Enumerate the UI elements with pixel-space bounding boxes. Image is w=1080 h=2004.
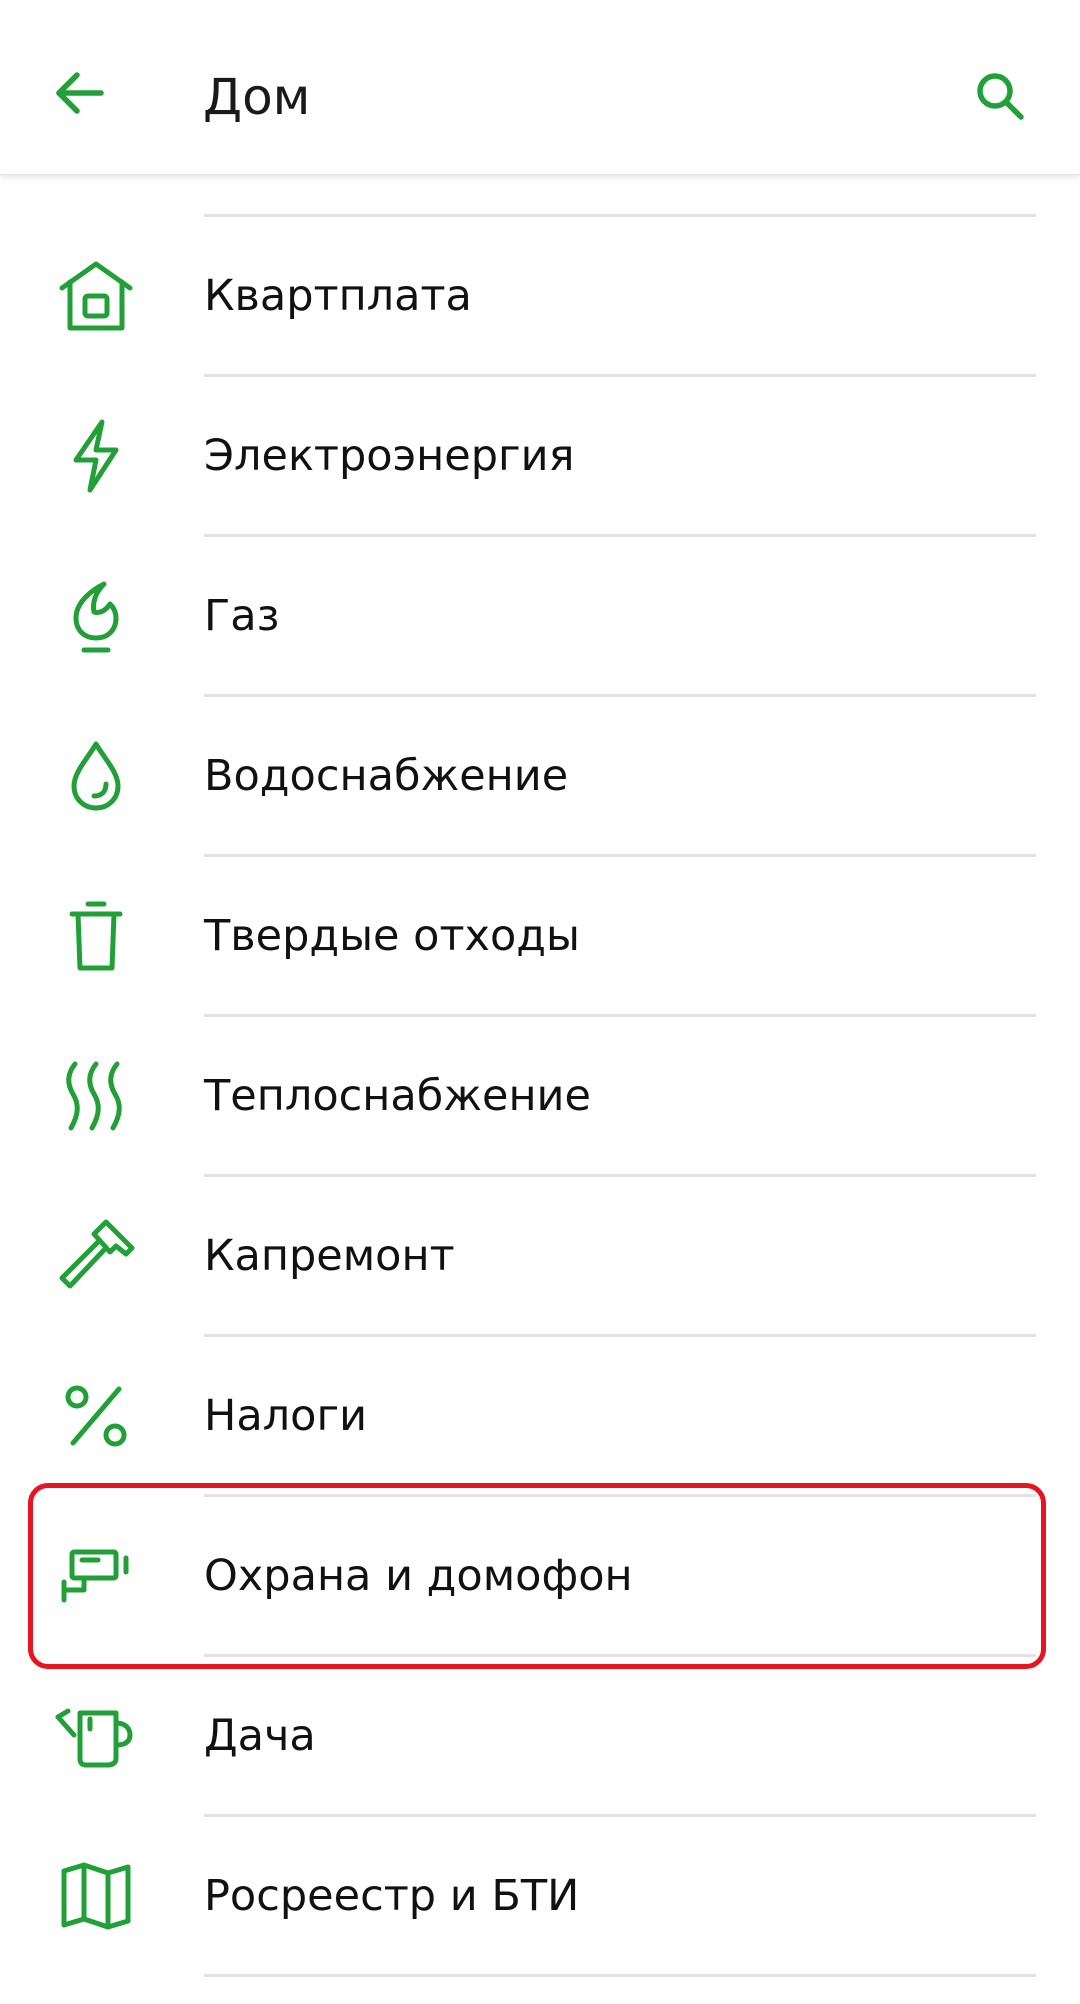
list-item-electricity[interactable]: Электроэнергия <box>0 376 1080 536</box>
page-title: Дом <box>203 68 311 126</box>
services-list: Квартплата Электроэнергия Газ Водоснабже… <box>0 0 1080 2004</box>
map-icon <box>50 1858 142 1934</box>
list-item-water[interactable]: Водоснабжение <box>0 696 1080 856</box>
lightning-icon <box>50 418 142 494</box>
search-icon <box>974 70 1026 122</box>
hammer-icon <box>50 1218 142 1294</box>
item-label: Электроэнергия <box>204 431 575 481</box>
item-label: Дача <box>204 1711 316 1761</box>
app-bar: Дом <box>0 0 1080 175</box>
heat-waves-icon <box>50 1058 142 1134</box>
divider <box>204 1974 1036 1977</box>
watering-can-icon <box>50 1698 142 1774</box>
list-item-heating[interactable]: Теплоснабжение <box>0 1016 1080 1176</box>
trash-can-icon <box>50 898 142 974</box>
item-label: Газ <box>204 591 280 641</box>
item-label: Квартплата <box>204 271 472 321</box>
house-icon <box>50 258 142 334</box>
back-button[interactable] <box>44 58 114 128</box>
item-label: Охрана и домофон <box>204 1551 633 1601</box>
gas-flame-icon <box>50 578 142 654</box>
list-item-capital-repair[interactable]: Капремонт <box>0 1176 1080 1336</box>
percent-icon <box>50 1378 142 1454</box>
list-item-rosreestr-bti[interactable]: Росреестр и БТИ <box>0 1816 1080 1976</box>
item-label: Теплоснабжение <box>204 1071 591 1121</box>
arrow-left-icon <box>53 70 105 116</box>
item-label: Росреестр и БТИ <box>204 1871 580 1921</box>
list-item-security-intercom[interactable]: Охрана и домофон <box>0 1496 1080 1656</box>
search-button[interactable] <box>962 58 1038 134</box>
list-item-gas[interactable]: Газ <box>0 536 1080 696</box>
item-label: Водоснабжение <box>204 751 569 801</box>
list-item-taxes[interactable]: Налоги <box>0 1336 1080 1496</box>
item-label: Налоги <box>204 1391 368 1441</box>
list-item-dacha[interactable]: Дача <box>0 1656 1080 1816</box>
list-item-solid-waste[interactable]: Твердые отходы <box>0 856 1080 1016</box>
item-label: Капремонт <box>204 1231 455 1281</box>
water-drop-icon <box>50 738 142 814</box>
list-item-kvartplata[interactable]: Квартплата <box>0 216 1080 376</box>
item-label: Твердые отходы <box>204 911 580 961</box>
security-camera-icon <box>50 1538 142 1614</box>
